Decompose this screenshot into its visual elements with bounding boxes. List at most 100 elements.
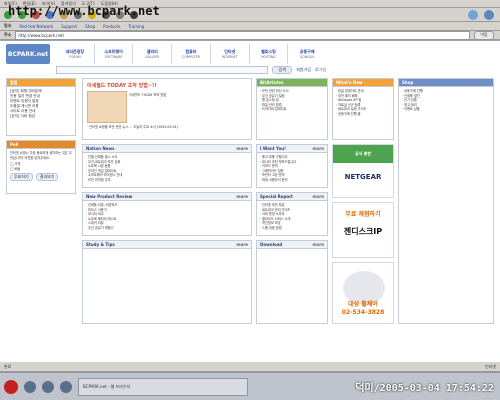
right-shop-title: Shop xyxy=(399,79,493,87)
link-support[interactable]: Support xyxy=(61,24,77,29)
nav-software[interactable]: 소프트웨어 SOFTWARE xyxy=(95,44,134,64)
section-special-report-item-6[interactable]: · 스팸 대응 방법 xyxy=(260,226,324,231)
ad-netgear-top: 공식 총판 xyxy=(333,145,393,163)
status-right: 인터넷 xyxy=(484,363,496,369)
what-new-list: · 보안 관련 최신 소식 · 무선 공유기 설정 · 웹 호스팅 팁 · 파일… xyxy=(257,87,327,114)
ad-netgear-brand: NETGEAR xyxy=(344,173,382,181)
link-shop[interactable]: Shop xyxy=(85,24,95,29)
what-new-panel: BitArticles · 보안 관련 최신 소식 · 무선 공유기 설정 · … xyxy=(256,78,328,140)
taskbar-window-item-label: BCPARK.net - 웹 브라우저 xyxy=(83,383,131,389)
link-redhat-network[interactable]: Red Hat Network xyxy=(19,24,53,29)
section-download-title-bar: Download more xyxy=(257,241,327,249)
section-special-report: Special Report more · 인터넷 보안 특집 · 네트워크 관… xyxy=(256,192,328,236)
nav-software-en: SOFTWARE xyxy=(104,54,123,59)
go-button[interactable]: 이동 xyxy=(474,30,494,40)
taskbar-app-icon-2[interactable] xyxy=(42,380,54,393)
section-new-product-review-list: · 신제품 리뷰: 외장하드 · 마우스 사용기 · 모니터 비교 · 노트북 … xyxy=(83,201,251,233)
section-special-report-more[interactable]: more xyxy=(312,194,324,199)
go-home-icon[interactable] xyxy=(468,9,478,20)
section-download: Download more xyxy=(256,240,328,324)
ad-jendisk[interactable]: 무료 체험하기 젠디스크IP xyxy=(332,202,394,258)
nav-hosting[interactable]: 웹호스팅 HOSTING xyxy=(250,44,289,64)
section-download-more[interactable]: more xyxy=(312,242,324,247)
poll-vote-button[interactable]: 투표하기 xyxy=(10,173,33,182)
ad-wheelchair[interactable]: 대성 휠체어 02-534-3828 xyxy=(332,262,394,324)
section-study-tips-more[interactable]: more xyxy=(236,242,248,247)
nav-gonggu[interactable]: 공동구매 GONGGU xyxy=(288,44,326,64)
left-notice-title: 알림 xyxy=(7,79,75,87)
taskbar-timestamp: 덕미/2005-03-04 17:54:22 xyxy=(355,383,494,394)
taskbar: BCPARK.net - 웹 브라우저 덕미/2005-03-04 17:54:… xyxy=(0,372,500,400)
nav-forum-en: FORUM xyxy=(69,54,81,59)
nav-gallery[interactable]: 갤러리 GALLERY xyxy=(133,44,173,64)
section-nation-news-item-6[interactable]: · 보안 취약점 주의 xyxy=(86,178,248,183)
section-new-product-review: New Product Review more · 신제품 리뷰: 외장하드 ·… xyxy=(82,192,252,236)
section-study-tips: Study & Tips more xyxy=(82,240,252,324)
site-logo[interactable]: BCPARK.net xyxy=(6,44,50,64)
right-whats-new-title: What's New xyxy=(333,79,393,87)
section-special-report-title: Special Report xyxy=(260,194,293,199)
right-whats-new-panel: What's New · 한글 업데이트 안내 · 보안 패치 배포 · Win… xyxy=(332,78,394,140)
section-i-want-you-title: I Want You! xyxy=(260,146,286,151)
left-poll-options: ◯ 가격 ◯ 배송 xyxy=(7,162,75,171)
nav-internet[interactable]: 인터넷 INTERNET xyxy=(211,44,250,64)
header-link-login[interactable]: 로그인 xyxy=(315,67,326,73)
ad-wheelchair-text2: 02-534-3828 xyxy=(341,309,385,316)
search-button-label: 검색 xyxy=(278,66,286,72)
featured-image[interactable] xyxy=(87,91,127,123)
site-nav: 네티즌광장 FORUM 소프트웨어 SOFTWARE 갤러리 GALLERY 컴… xyxy=(56,44,326,64)
section-new-product-review-more[interactable]: more xyxy=(236,194,248,199)
left-notice-list: [공지] 회원 여러분께 인증 절차 변경 안내 이벤트 당첨자 발표 도움말 … xyxy=(7,87,75,121)
ad-netgear[interactable]: 공식 총판 NETGEAR xyxy=(332,144,394,198)
ad-wheelchair-text1: 대성 휠체어 xyxy=(348,301,378,308)
right-whats-new-item-6[interactable]: · 공동구매 진행 중 xyxy=(336,112,390,117)
right-shop-list: · 공동구매 진행 · 신제품 할인 · 인기 상품 · 재고 정리 · 이벤트… xyxy=(399,87,493,114)
poll-option-2-label: 배송 xyxy=(14,166,21,171)
ad-jendisk-text2: 젠디스크IP xyxy=(343,227,383,236)
section-i-want-you-list: · 중고 부품 구합니다 · 모니터 추천 부탁드립니다 · 키보드 문의 · … xyxy=(257,153,327,185)
section-study-tips-title: Study & Tips xyxy=(86,242,115,247)
right-shop-item-5[interactable]: · 이벤트 상품 xyxy=(402,107,490,112)
nav-hosting-en: HOSTING xyxy=(261,54,276,59)
section-i-want-you-item-6[interactable]: · 파워 서플라이 문의 xyxy=(260,178,324,183)
nav-gonggu-en: GONGGU xyxy=(299,54,315,59)
header-search: 검색 회원가입 로그인 xyxy=(56,65,326,74)
what-new-item-5[interactable]: · 드라이버 업데이트 xyxy=(260,107,324,112)
poll-vote-label: 투표하기 xyxy=(14,174,29,180)
nav-gallery-en: GALLERY xyxy=(145,54,160,59)
section-special-report-title-bar: Special Report more xyxy=(257,193,327,201)
link-products[interactable]: Products xyxy=(103,24,120,29)
taskbar-app-icon-3[interactable] xyxy=(60,380,72,393)
nav-forum[interactable]: 네티즌광장 FORUM xyxy=(56,44,95,64)
section-nation-news-list: · 인텔 신제품 출시 소식 · 무선 네트워크 보안 강화 · 노트북 시장 … xyxy=(83,153,251,185)
nav-computer-en: COMPUTER xyxy=(182,54,200,59)
links-label: 링크 xyxy=(4,23,12,28)
browser-status-bar: 완료 인터넷 xyxy=(0,362,500,372)
what-new-title: BitArticles xyxy=(257,79,327,87)
address-input[interactable]: http://www.bcpark.net/ xyxy=(15,30,470,40)
header-link-join[interactable]: 회원가입 xyxy=(296,67,311,73)
taskbar-window-item[interactable]: BCPARK.net - 웹 브라우저 xyxy=(78,377,248,396)
poll-result-button[interactable]: 결과보기 xyxy=(35,173,59,182)
section-download-title: Download xyxy=(260,242,283,247)
go-label: 이동 xyxy=(480,32,488,37)
section-nation-news: Nation News more · 인텔 신제품 출시 소식 · 무선 네트워… xyxy=(82,144,252,188)
nav-computer[interactable]: 컴퓨터 COMPUTER xyxy=(172,44,211,64)
start-icon[interactable] xyxy=(4,379,18,394)
taskbar-app-icon-1[interactable] xyxy=(24,380,36,393)
center-news-line[interactable]: · 인터넷 쇼핑몰 보안 관련 뉴스 ... 오늘의 주요 소식 (2005.0… xyxy=(87,125,247,130)
search-button[interactable]: 검색 xyxy=(272,65,293,74)
left-poll-buttons: 투표하기 결과보기 xyxy=(7,171,75,183)
featured-sub: 이세월드 TODAY 조작 방법 xyxy=(129,93,167,97)
section-new-product-review-item-6[interactable]: · 무선 공유기 체험기 xyxy=(86,226,248,231)
link-training[interactable]: Training xyxy=(128,24,144,29)
left-notice-item-6[interactable]: [공지] 서버 점검 xyxy=(10,114,72,119)
search-input[interactable] xyxy=(56,65,269,74)
poll-option-1-label: 가격 xyxy=(14,162,21,167)
section-nation-news-more[interactable]: more xyxy=(236,146,248,151)
address-value: http://www.bcpark.net/ xyxy=(18,32,65,38)
ad-netgear-sub: 공식 총판 xyxy=(354,151,372,156)
left-poll-panel: Poll 인터넷 쇼핑시 가장 중요하게 생각하는 것은 무엇입니까? 의견을 … xyxy=(6,140,76,194)
go-extra-icon[interactable] xyxy=(484,9,494,20)
section-i-want-you-more[interactable]: more xyxy=(312,146,324,151)
